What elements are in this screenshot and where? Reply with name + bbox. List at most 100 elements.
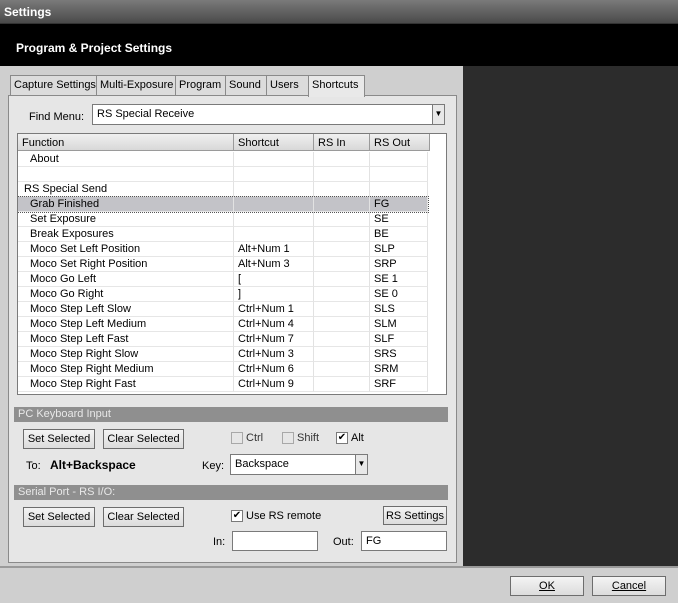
shortcut-cell: Ctrl+Num 7 <box>234 332 314 347</box>
table-row[interactable]: About <box>18 152 428 167</box>
shortcut-value: Alt+Backspace <box>50 458 136 472</box>
serial-clear-selected-button[interactable]: Clear Selected <box>103 507 184 527</box>
rs-out-field[interactable]: FG <box>361 531 447 551</box>
shortcut-cell: Ctrl+Num 9 <box>234 377 314 392</box>
use-rs-remote-checkbox[interactable]: ✔ <box>231 510 243 522</box>
ok-button[interactable]: OK <box>510 576 584 596</box>
tab-label: Users <box>270 79 299 91</box>
table-row[interactable]: Moco Step Left Medium Ctrl+Num 4 SLM <box>18 317 428 332</box>
tab-shortcuts[interactable]: Shortcuts <box>308 75 365 97</box>
rs-out-cell: SE 0 <box>370 287 428 302</box>
table-row[interactable]: Set Exposure SE <box>18 212 428 227</box>
table-row[interactable]: Break Exposures BE <box>18 227 428 242</box>
table-row[interactable]: Moco Step Right Fast Ctrl+Num 9 SRF <box>18 377 428 392</box>
shortcut-cell <box>234 227 314 242</box>
tab-label: Multi-Exposure <box>100 79 174 91</box>
cancel-button[interactable]: Cancel <box>592 576 666 596</box>
tab-sound[interactable]: Sound <box>225 75 267 95</box>
table-row[interactable]: Moco Go Left[ SE 1 <box>18 272 428 287</box>
keyboard-clear-selected-button[interactable]: Clear Selected <box>103 429 184 449</box>
tab-label: Program <box>179 79 222 91</box>
function-cell: Moco Set Right Position <box>18 257 234 272</box>
table-row[interactable] <box>18 167 428 182</box>
rs-out-cell: SRP <box>370 257 428 272</box>
tab-label: Sound <box>229 79 261 91</box>
function-cell: Moco Step Right Slow <box>18 347 234 362</box>
rs-in-cell <box>314 242 370 257</box>
rs-settings-button[interactable]: RS Settings <box>383 506 447 525</box>
table-row[interactable]: Moco Step Right Slow Ctrl+Num 3 SRS <box>18 347 428 362</box>
to-label: To: <box>26 460 41 472</box>
column-header-rs-in[interactable]: RS In <box>314 134 370 151</box>
function-cell: Moco Go Right <box>18 287 234 302</box>
chevron-down-icon[interactable]: ▼ <box>355 455 367 474</box>
shortcut-cell: Ctrl+Num 1 <box>234 302 314 317</box>
function-cell: Moco Step Right Fast <box>18 377 234 392</box>
rs-out-cell: SRM <box>370 362 428 377</box>
rs-out-cell <box>370 167 428 182</box>
rs-out-cell: FG <box>370 197 428 212</box>
dark-side-panel <box>463 66 678 566</box>
shortcuts-table[interactable]: Function Shortcut RS In RS Out About RS S… <box>17 133 447 395</box>
rs-in-cell <box>314 212 370 227</box>
tab-users[interactable]: Users <box>266 75 309 95</box>
serial-set-selected-button[interactable]: Set Selected <box>23 507 95 527</box>
table-row[interactable]: Moco Step Left Fast Ctrl+Num 7 SLF <box>18 332 428 347</box>
in-label: In: <box>213 536 226 548</box>
table-row[interactable]: Moco Step Right Medium Ctrl+Num 6 SRM <box>18 362 428 377</box>
shortcut-cell: Alt+Num 1 <box>234 242 314 257</box>
rs-in-cell <box>314 287 370 302</box>
shift-checkbox[interactable] <box>282 432 294 444</box>
function-cell: Break Exposures <box>18 227 234 242</box>
use-rs-remote-label: Use RS remote <box>246 510 322 522</box>
table-row[interactable]: RS Special Send <box>18 182 428 197</box>
table-row[interactable]: Moco Set Left Position Alt+Num 1 SLP <box>18 242 428 257</box>
rs-in-cell <box>314 332 370 347</box>
table-row[interactable]: Moco Set Right Position Alt+Num 3 SRP <box>18 257 428 272</box>
alt-label: Alt <box>351 432 364 444</box>
ctrl-checkbox[interactable] <box>231 432 243 444</box>
tab-program[interactable]: Program <box>175 75 226 95</box>
rs-in-field[interactable] <box>232 531 318 551</box>
table-row-selected[interactable]: Grab Finished FG <box>18 196 429 213</box>
tab-multi-exposure[interactable]: Multi-Exposure <box>96 75 176 95</box>
keyboard-set-selected-button[interactable]: Set Selected <box>23 429 95 449</box>
function-cell: Set Exposure <box>18 212 234 227</box>
function-cell: Moco Step Left Fast <box>18 332 234 347</box>
shortcut-cell: [ <box>234 272 314 287</box>
shift-label: Shift <box>297 432 320 444</box>
column-header-rs-out[interactable]: RS Out <box>370 134 430 151</box>
rs-in-cell <box>314 362 370 377</box>
function-cell: Moco Step Left Slow <box>18 302 234 317</box>
rs-out-cell: SE 1 <box>370 272 428 287</box>
function-cell: Moco Set Left Position <box>18 242 234 257</box>
column-header-function[interactable]: Function <box>18 134 234 151</box>
shortcut-cell <box>234 182 314 197</box>
vertical-scrollbar[interactable]: ▲ ▼ <box>446 134 447 394</box>
chevron-down-icon[interactable]: ▼ <box>432 105 444 124</box>
shortcut-cell: Ctrl+Num 6 <box>234 362 314 377</box>
shortcut-cell: Ctrl+Num 4 <box>234 317 314 332</box>
shortcut-cell: ] <box>234 287 314 302</box>
function-cell: Moco Go Left <box>18 272 234 287</box>
out-label: Out: <box>333 536 354 548</box>
table-row[interactable]: Moco Step Left Slow Ctrl+Num 1 SLS <box>18 302 428 317</box>
shortcut-cell <box>234 152 314 167</box>
header-bar: Program & Project Settings <box>0 24 678 66</box>
shortcut-cell <box>234 212 314 227</box>
find-menu-select[interactable]: RS Special Receive ▼ <box>92 104 445 125</box>
rs-in-cell <box>314 227 370 242</box>
table-row[interactable]: Moco Go Right] SE 0 <box>18 287 428 302</box>
find-menu-label: Find Menu: <box>29 111 85 123</box>
key-select[interactable]: Backspace ▼ <box>230 454 368 475</box>
ctrl-label: Ctrl <box>246 432 264 444</box>
function-cell: Moco Step Right Medium <box>18 362 234 377</box>
function-cell: Grab Finished <box>18 197 234 212</box>
alt-checkbox[interactable]: ✔ <box>336 432 348 444</box>
column-header-shortcut[interactable]: Shortcut <box>234 134 314 151</box>
rs-out-cell: SRF <box>370 377 428 392</box>
rs-out-cell: SLP <box>370 242 428 257</box>
tab-capture-settings[interactable]: Capture Settings <box>10 75 97 95</box>
function-cell: Moco Step Left Medium <box>18 317 234 332</box>
tab-label: Shortcuts <box>312 79 359 91</box>
